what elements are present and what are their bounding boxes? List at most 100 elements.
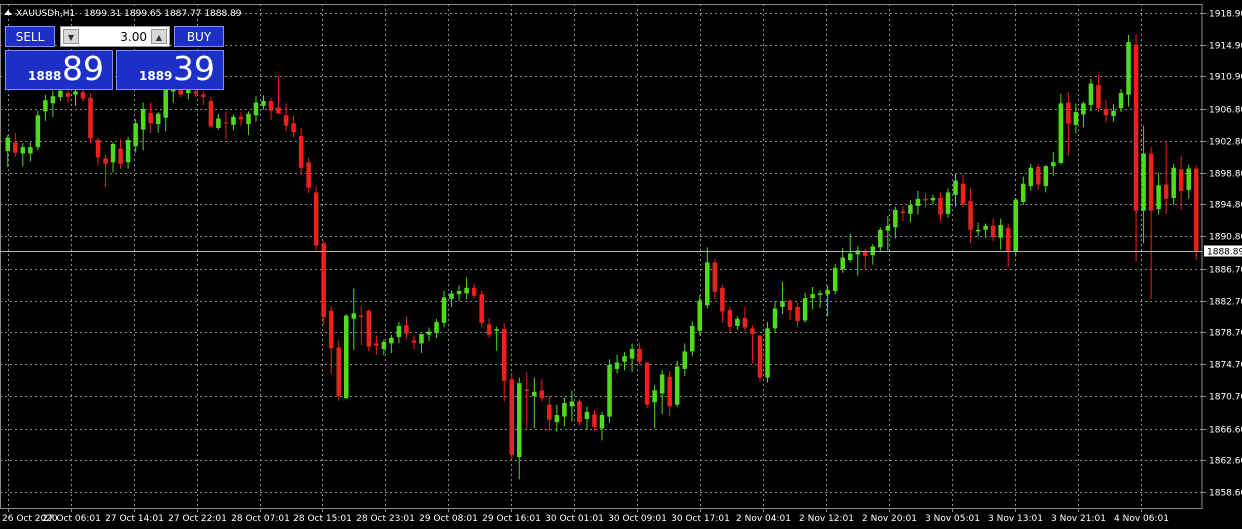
lot-size-input[interactable]	[83, 28, 147, 45]
candle-body	[682, 351, 687, 369]
candle	[306, 157, 311, 194]
candle	[1036, 163, 1041, 191]
candle	[1073, 103, 1079, 134]
candle-body	[569, 401, 575, 407]
candle	[923, 193, 928, 208]
candle-body	[825, 290, 830, 295]
candle	[1141, 125, 1146, 244]
candle	[441, 290, 447, 328]
candle-body	[216, 118, 221, 129]
current-price-label: 1888.89	[1207, 248, 1242, 258]
candle	[509, 372, 514, 460]
y-tick-label: 1898.80	[1209, 170, 1242, 180]
candle-body	[1126, 42, 1131, 95]
collapse-triangle-icon[interactable]	[4, 10, 12, 15]
candle	[562, 397, 567, 427]
candle-body	[133, 123, 138, 147]
candle	[268, 97, 274, 121]
candle-body	[494, 329, 499, 331]
candle-body	[374, 343, 379, 346]
candle	[1066, 92, 1071, 156]
candle	[313, 186, 319, 251]
candle-body	[1103, 108, 1109, 116]
candle-body	[547, 404, 552, 420]
candle	[208, 97, 214, 129]
candle	[396, 321, 402, 344]
candle-body	[599, 414, 605, 429]
sell-price-button[interactable]: 1888 89	[5, 49, 113, 90]
y-tick-label: 1866.60	[1209, 426, 1242, 436]
candle-body	[471, 287, 477, 296]
candle-body	[1066, 102, 1071, 124]
candle	[28, 142, 33, 162]
y-tick-label: 1874.70	[1209, 361, 1242, 371]
candle-body	[1193, 168, 1199, 252]
y-tick-label: 1870.70	[1209, 393, 1242, 403]
candle-body	[441, 297, 447, 323]
candle-body	[554, 414, 560, 423]
candle	[411, 335, 417, 350]
candle-body	[389, 337, 394, 344]
candle	[577, 399, 582, 426]
candle	[501, 322, 507, 402]
candle-body	[863, 252, 868, 256]
candle-body	[419, 333, 424, 344]
candle	[1126, 35, 1131, 107]
buy-button[interactable]: BUY	[174, 26, 224, 47]
x-tick-label: 29 Oct 08:01	[419, 514, 478, 524]
candle	[802, 292, 808, 323]
candle-body	[735, 318, 740, 326]
candle	[140, 102, 146, 151]
candle-body	[1081, 103, 1086, 115]
candle	[960, 174, 966, 207]
x-tick-label: 30 Oct 17:01	[671, 514, 730, 524]
candle	[283, 103, 289, 132]
candle-body	[125, 139, 131, 163]
candle-body	[705, 262, 710, 306]
x-tick-label: 28 Oct 15:01	[293, 514, 352, 524]
candle	[276, 75, 281, 114]
candle-body	[1178, 169, 1184, 191]
candle-body	[787, 300, 793, 311]
x-tick-label: 29 Oct 16:01	[482, 514, 541, 524]
candle	[238, 112, 244, 126]
candle-body	[697, 300, 703, 331]
x-tick-label: 27 Oct 14:01	[105, 514, 164, 524]
candle-body	[780, 301, 785, 307]
increase-lot-icon[interactable]: ▲	[151, 29, 167, 44]
candle	[975, 222, 981, 237]
candle	[246, 111, 251, 136]
candle	[1103, 100, 1109, 123]
candle-body	[456, 290, 462, 295]
candle-body	[614, 362, 620, 369]
candle	[787, 299, 793, 321]
candle-body	[73, 91, 78, 95]
buy-price-button[interactable]: 1889 39	[116, 49, 224, 90]
candle	[456, 285, 462, 302]
candle	[569, 391, 575, 422]
candle-body	[652, 390, 657, 403]
decrease-lot-icon[interactable]: ▼	[63, 29, 79, 44]
candle-body	[464, 287, 469, 294]
candle	[110, 142, 116, 173]
x-tick-label: 2 Nov 04:01	[736, 514, 791, 524]
candle	[998, 218, 1003, 250]
candle-body	[870, 246, 876, 256]
candle-body	[501, 329, 507, 381]
candle	[517, 377, 522, 480]
candle-body	[637, 349, 642, 362]
sell-button[interactable]: SELL	[5, 26, 55, 47]
candle	[223, 111, 229, 140]
candle	[1043, 165, 1049, 193]
y-tick-label: 1878.70	[1209, 329, 1242, 339]
candle-body	[238, 116, 244, 120]
candle	[720, 284, 725, 323]
candle-body	[1133, 44, 1139, 211]
candle	[667, 371, 672, 417]
candle	[592, 410, 597, 431]
candle	[968, 188, 973, 244]
x-tick-label: 3 Nov 05:01	[925, 514, 980, 524]
candle-body	[268, 100, 274, 111]
candle	[908, 200, 913, 223]
candle	[712, 258, 718, 299]
